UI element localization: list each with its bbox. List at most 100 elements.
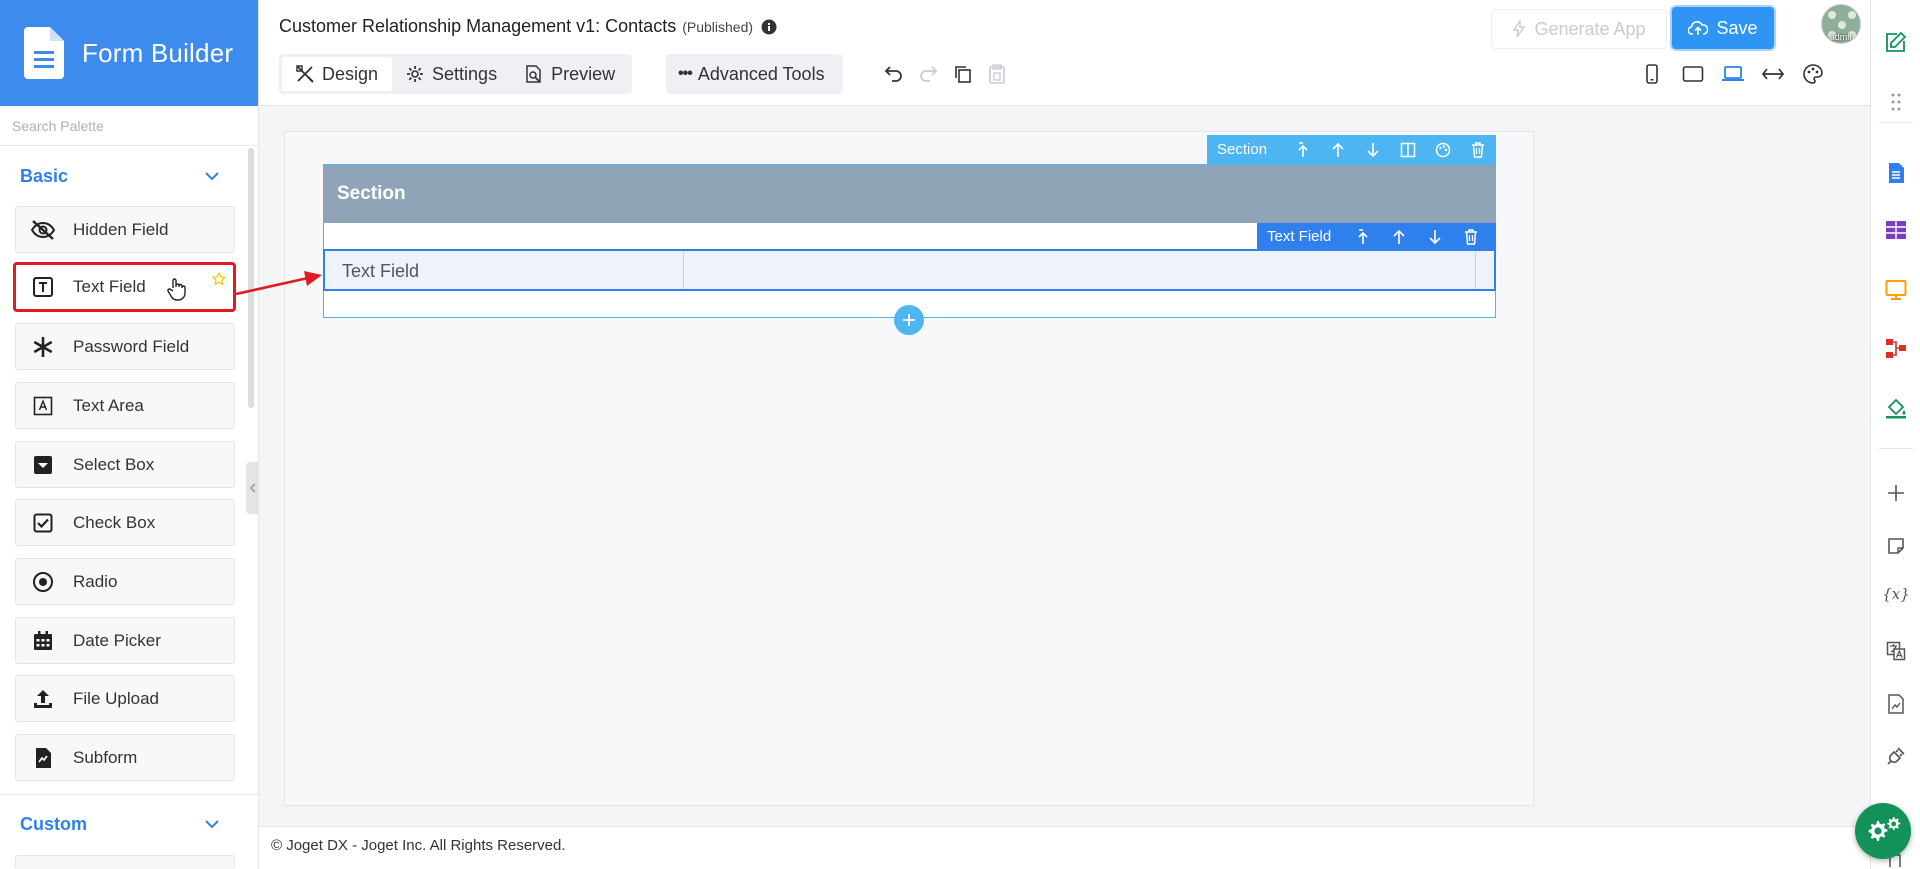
move-up-icon[interactable] — [1381, 222, 1417, 251]
palette-search — [0, 106, 258, 146]
status-label: (Published) — [682, 18, 754, 35]
section-toolbar-label: Section — [1217, 141, 1268, 158]
plugin-icon[interactable] — [1882, 742, 1910, 770]
rail-divider — [1879, 122, 1913, 123]
variable-icon[interactable]: {x} — [1882, 580, 1910, 608]
plus-icon — [903, 314, 915, 326]
palette-theme-icon[interactable] — [1799, 60, 1827, 88]
palette-item-label: Password Field — [73, 336, 190, 356]
move-down-icon[interactable] — [1417, 222, 1453, 251]
paste-icon[interactable] — [983, 60, 1011, 88]
tablet-view-icon[interactable] — [1679, 60, 1707, 88]
text-field-element[interactable]: Text Field — [323, 249, 1496, 291]
advanced-tools-button[interactable]: ••• Advanced Tools — [666, 54, 843, 94]
palette-item-hidden-field[interactable]: Hidden Field — [15, 206, 235, 253]
star-icon[interactable] — [212, 272, 226, 286]
report-icon[interactable] — [1882, 690, 1910, 718]
full-width-icon[interactable] — [1759, 60, 1787, 88]
theme-fill-icon[interactable] — [1882, 394, 1910, 422]
copy-icon[interactable] — [949, 60, 977, 88]
palette-group-label: Custom — [20, 813, 87, 834]
edit-form-icon[interactable] — [1882, 28, 1910, 56]
userview-builder-icon[interactable] — [1882, 276, 1910, 304]
chevron-down-icon — [205, 172, 219, 181]
palette-group-custom[interactable]: Custom — [0, 798, 240, 850]
tab-preview[interactable]: Preview — [511, 57, 629, 91]
move-to-top-icon[interactable] — [1285, 135, 1320, 164]
calendar-icon — [30, 628, 56, 654]
delete-icon[interactable] — [1453, 222, 1489, 251]
undo-icon[interactable] — [880, 60, 908, 88]
settings-fab[interactable] — [1855, 803, 1911, 859]
palette-item-text-field[interactable]: Text Field — [13, 262, 236, 312]
tab-design[interactable]: Design — [282, 57, 393, 91]
hand-cursor-icon — [167, 278, 186, 301]
desktop-view-icon[interactable] — [1719, 60, 1747, 88]
field-divider — [683, 251, 684, 289]
note-icon[interactable] — [1882, 532, 1910, 560]
process-builder-icon[interactable] — [1882, 334, 1910, 362]
translate-icon[interactable] — [1882, 637, 1910, 665]
generate-app-label: Generate App — [1534, 18, 1646, 39]
delete-icon[interactable] — [1461, 135, 1496, 164]
columns-icon[interactable] — [1391, 135, 1426, 164]
copyright-text: © Joget DX - Joget Inc. All Rights Reser… — [271, 837, 566, 854]
mode-tabs: Design Settings Preview — [279, 54, 633, 94]
palette-item-partial[interactable] — [15, 855, 235, 869]
palette-item-file-upload[interactable]: File Upload — [15, 675, 235, 722]
form-builder-icon[interactable] — [1882, 159, 1910, 187]
tab-label: Preview — [551, 63, 616, 84]
advanced-tools-label: Advanced Tools — [697, 63, 825, 84]
gear-icon — [407, 66, 424, 82]
footer: © Joget DX - Joget Inc. All Rights Reser… — [259, 826, 1870, 869]
palette-search-input[interactable] — [12, 117, 242, 134]
palette-item-password-field[interactable]: Password Field — [15, 323, 235, 370]
palette-group-basic[interactable]: Basic — [0, 150, 240, 202]
tab-settings[interactable]: Settings — [392, 57, 511, 91]
drag-handle-icon[interactable] — [1882, 88, 1910, 116]
tab-label: Design — [322, 63, 379, 84]
style-palette-icon[interactable] — [1426, 135, 1461, 164]
app-brand-title: Form Builder — [82, 37, 234, 68]
add-element-button[interactable] — [894, 305, 924, 335]
move-up-icon[interactable] — [1320, 135, 1355, 164]
collapse-palette-handle[interactable] — [246, 462, 259, 514]
datalist-builder-icon[interactable] — [1882, 216, 1910, 244]
move-down-icon[interactable] — [1355, 135, 1390, 164]
palette-item-subform[interactable]: Subform — [15, 734, 235, 781]
field-toolbar: Text Field — [1257, 223, 1496, 250]
more-dots-icon: ••• — [678, 65, 693, 82]
mobile-view-icon[interactable] — [1638, 60, 1666, 88]
document-logo-icon — [24, 27, 64, 79]
save-button[interactable]: Save — [1672, 7, 1774, 49]
palette-item-label: Radio — [73, 571, 118, 591]
app-title: Customer Relationship Management v1: Con… — [279, 16, 677, 36]
palette-divider — [0, 794, 259, 795]
brand-header: Form Builder — [0, 0, 258, 106]
design-tools-icon — [296, 65, 314, 83]
preview-icon — [526, 65, 541, 83]
tab-label: Settings — [432, 63, 498, 84]
move-to-top-icon[interactable] — [1345, 222, 1381, 251]
info-icon[interactable] — [761, 19, 777, 35]
avatar[interactable]: admin — [1821, 4, 1861, 44]
palette-item-check-box[interactable]: Check Box — [15, 499, 235, 546]
palette-item-date-picker[interactable]: Date Picker — [15, 617, 235, 664]
add-plus-icon[interactable] — [1882, 479, 1910, 507]
gears-icon — [1868, 817, 1901, 841]
top-bar: Customer Relationship Management v1: Con… — [259, 0, 1870, 106]
generate-app-button[interactable]: Generate App — [1491, 9, 1667, 49]
section-toolbar: Section — [1207, 135, 1496, 164]
palette-item-radio[interactable]: Radio — [15, 558, 235, 605]
chevron-left-icon — [249, 483, 256, 493]
upload-icon — [30, 686, 56, 712]
right-tool-rail: {x} — [1870, 0, 1920, 869]
palette-item-select-box[interactable]: Select Box — [15, 441, 235, 488]
asterisk-icon — [30, 334, 56, 360]
palette-item-text-area[interactable]: Text Area — [15, 382, 235, 429]
palette-item-label: Date Picker — [73, 630, 161, 650]
palette-item-label: Select Box — [73, 454, 155, 474]
palette-item-label: Hidden Field — [73, 219, 169, 239]
palette-group-label: Basic — [20, 165, 69, 186]
redo-icon[interactable] — [914, 60, 942, 88]
